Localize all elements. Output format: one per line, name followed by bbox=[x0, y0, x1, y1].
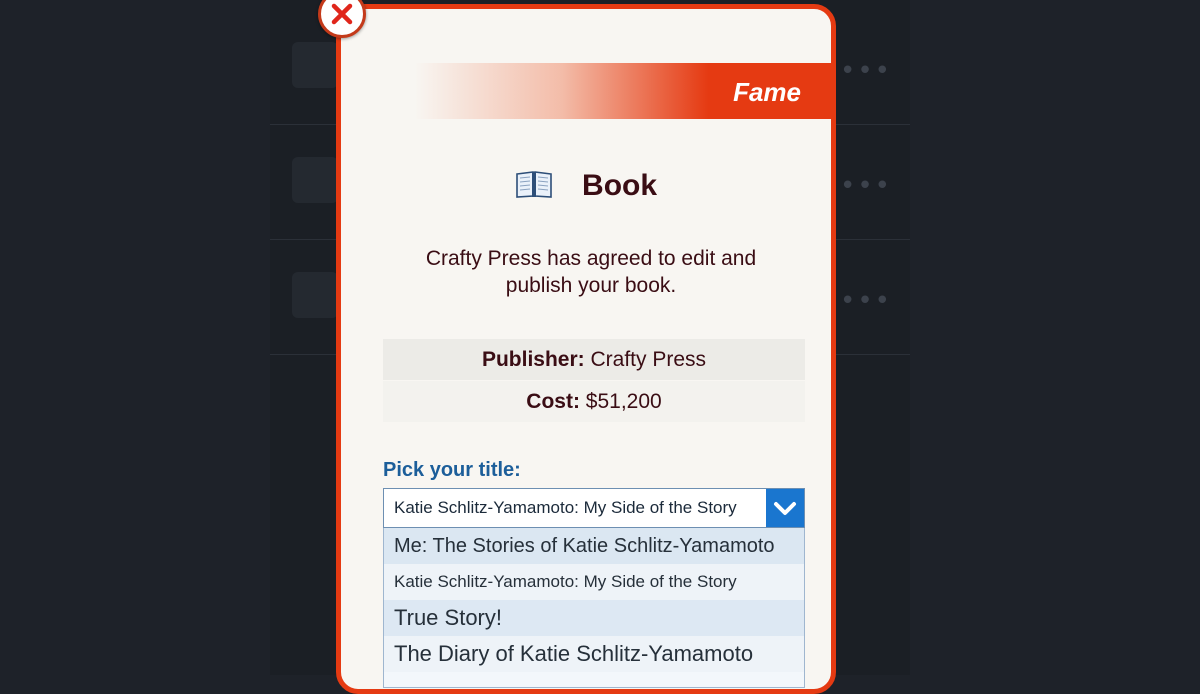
publisher-value: Crafty Press bbox=[590, 348, 707, 371]
dropdown-toggle-button[interactable] bbox=[766, 489, 804, 527]
close-button[interactable] bbox=[318, 0, 366, 38]
title-options-list: Me: The Stories of Katie Schlitz-Yamamot… bbox=[383, 528, 805, 688]
chevron-down-icon bbox=[774, 502, 796, 515]
title-option[interactable]: True Story! bbox=[384, 600, 804, 636]
tv-icon bbox=[292, 272, 338, 318]
dialog-message: Crafty Press has agreed to edit and publ… bbox=[425, 247, 757, 297]
cost-row: Cost: $51,200 bbox=[383, 381, 805, 422]
open-book-icon bbox=[515, 169, 553, 203]
dialog-title: Book bbox=[582, 169, 658, 202]
title-picker-label: Pick your title: bbox=[383, 459, 521, 481]
title-option[interactable]: The Diary of Katie Schlitz-Yamamoto bbox=[384, 636, 804, 672]
category-banner: Fame bbox=[341, 63, 831, 119]
camera-icon bbox=[292, 157, 338, 203]
more-options-icon[interactable]: ••• bbox=[840, 56, 892, 86]
more-options-icon[interactable]: ••• bbox=[840, 171, 892, 201]
category-label: Fame bbox=[733, 77, 801, 107]
cost-label: Cost: bbox=[526, 390, 580, 413]
publisher-label: Publisher: bbox=[481, 348, 585, 371]
book-dialog: Fame Book Crafty Press has agreed to edi… bbox=[336, 4, 836, 694]
selected-title: Katie Schlitz-Yamamoto: My Side of the S… bbox=[394, 498, 737, 517]
more-options-icon[interactable]: ••• bbox=[840, 286, 892, 316]
dialog-title-row: Book bbox=[341, 169, 831, 203]
title-select[interactable]: Katie Schlitz-Yamamoto: My Side of the S… bbox=[383, 488, 805, 528]
cost-value: $51,200 bbox=[585, 390, 662, 413]
title-option[interactable]: Me: The Stories of Katie Schlitz-Yamamot… bbox=[384, 528, 804, 564]
close-icon bbox=[331, 3, 353, 25]
title-option[interactable]: Katie Schlitz-Yamamoto: My Side of the S… bbox=[384, 564, 804, 600]
publisher-row: Publisher: Crafty Press bbox=[383, 339, 805, 380]
clapperboard-icon bbox=[292, 42, 338, 88]
